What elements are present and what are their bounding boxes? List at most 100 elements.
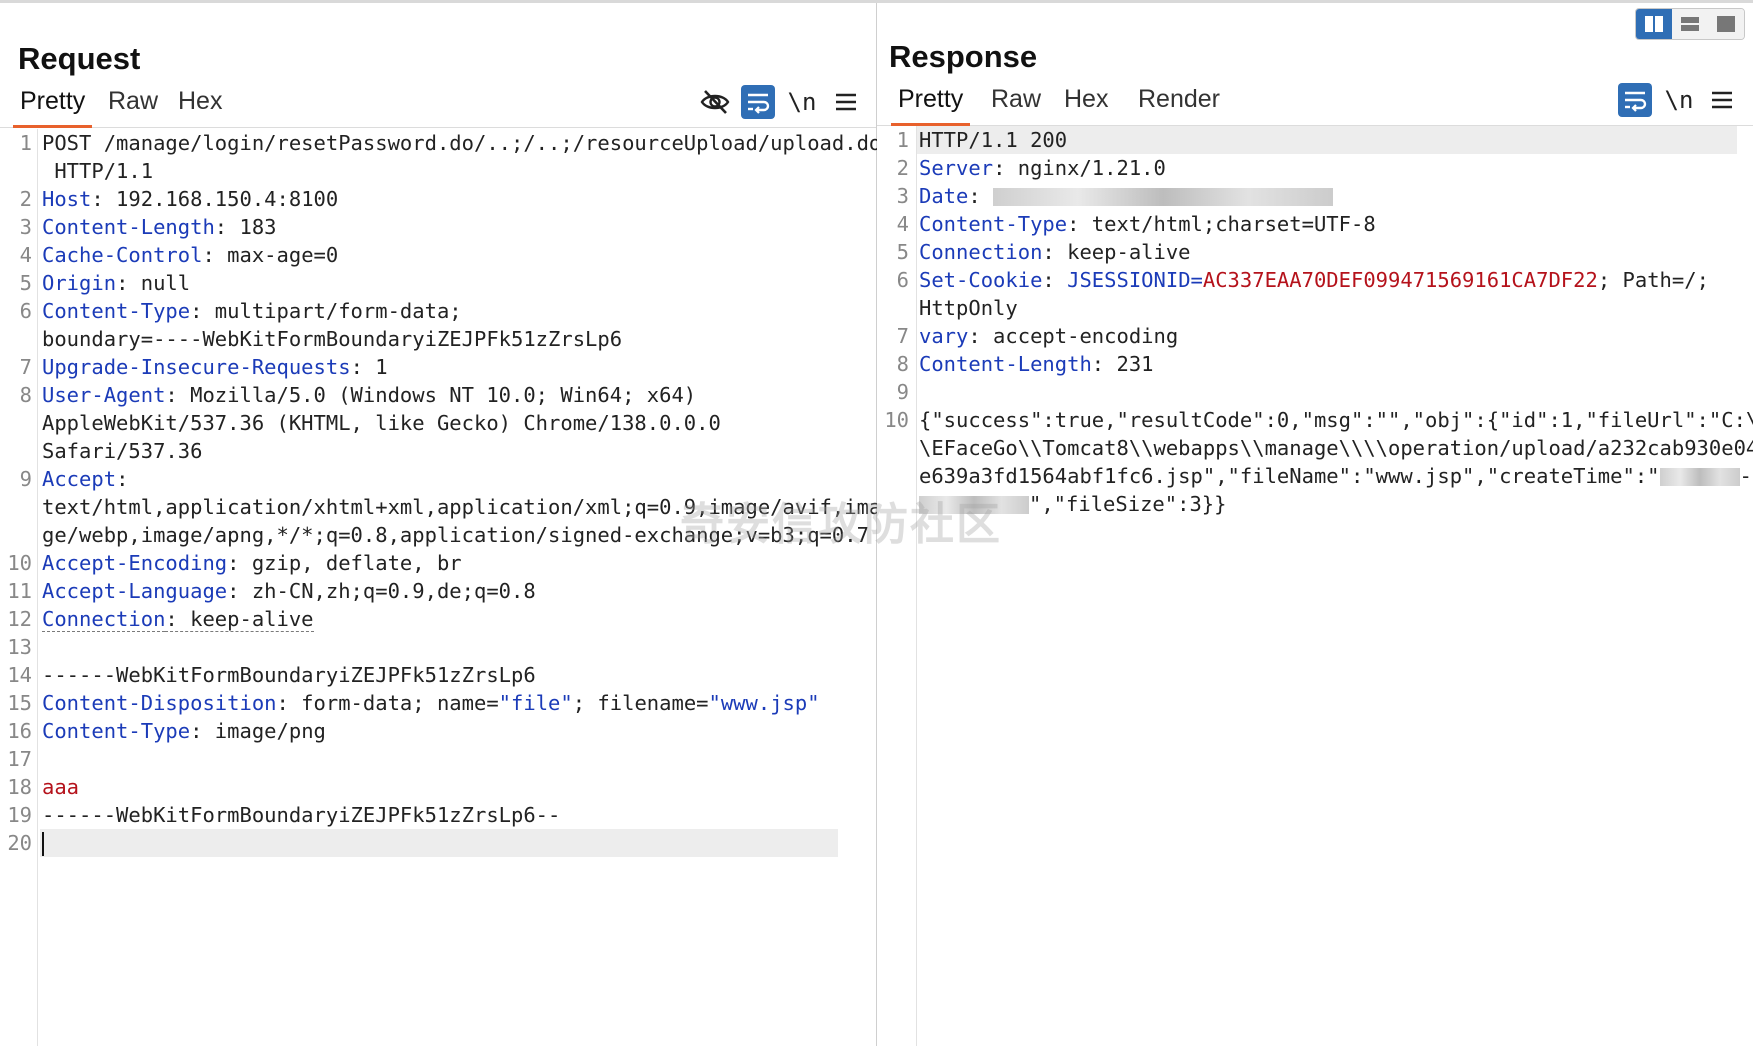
request-tab-pretty[interactable]: Pretty [13,87,93,128]
code-line[interactable]: 8 User-Agent: Mozilla/5.0 (Windows NT 10.… [0,381,876,409]
code-token: : 231 [1091,352,1154,376]
request-tab-hex[interactable]: Hex [171,87,229,125]
code-line[interactable]: 2 Host: 192.168.150.4:8100 [0,185,876,213]
code-line[interactable]: 5 Origin: null [0,269,876,297]
watermark-text: 奇安信攻防社区 [680,499,1002,550]
code-line[interactable]: 5 Connection: keep-alive [877,238,1753,266]
code-line[interactable]: 10 {"success":true,"resultCode":0,"msg":"… [877,406,1753,434]
code-token: Set-Cookie [919,268,1043,292]
code-line[interactable]: AppleWebKit/537.36 (KHTML, like Gecko) C… [0,409,876,437]
line-number: 3 [896,184,909,208]
line-number: 5 [896,240,909,264]
code-line[interactable]: 3 Content-Length: 183 [0,213,876,241]
code-line[interactable]: Safari/537.36 [0,437,876,465]
line-number: 10 [7,551,32,575]
code-line[interactable]: 16 Content-Type: image/png [0,717,876,745]
request-editor[interactable]: 1 POST /manage/login/resetPassword.do/..;… [0,129,882,1046]
response-editor[interactable]: 1 HTTP/1.1 200 2 Server: nginx/1.21.0 3 Date:… [877,126,1753,1046]
line-code [42,829,44,857]
code-line[interactable]: 3 Date: [877,182,1753,210]
line-code: \EFaceGo\\Tomcat8\\webapps\\manage\\\\op… [919,434,1753,462]
request-title: Request [18,41,141,76]
split-rows-icon[interactable] [1672,9,1708,39]
code-line[interactable]: 14 ------WebKitFormBoundaryiZEJPFk51zZrsL… [0,661,876,689]
code-line[interactable]: 7 Upgrade-Insecure-Requests: 1 [0,353,876,381]
code-line[interactable]: 2 Server: nginx/1.21.0 [877,154,1753,182]
response-tab-pretty[interactable]: Pretty [891,85,971,126]
code-line[interactable]: 19 ------WebKitFormBoundaryiZEJPFk51zZrsL… [0,801,876,829]
line-code: Content-Type: multipart/form-data; [42,297,462,325]
code-line[interactable]: 17 [0,745,876,773]
response-tab-render[interactable]: Render [1131,85,1227,123]
code-token: Connection [42,607,166,632]
code-line[interactable]: ","fileSize":3}} [877,490,1753,518]
code-line[interactable]: 7 vary: accept-encoding [877,322,1753,350]
redacted-text [1659,468,1740,486]
code-token: : zh-CN,zh;q=0.9,de;q=0.8 [227,579,536,603]
code-line[interactable]: 18 aaa [0,773,876,801]
code-token: : multipart/form-data; [190,299,462,323]
code-line[interactable]: 20 [7,829,838,857]
code-line[interactable]: 10 Accept-Encoding: gzip, deflate, br [0,549,876,577]
code-token: Content-Length [42,215,215,239]
code-line[interactable]: 4 Content-Type: text/html;charset=UTF-8 [877,210,1753,238]
code-token: : max-age=0 [202,243,339,267]
code-line[interactable]: \EFaceGo\\Tomcat8\\webapps\\manage\\\\op… [877,434,1753,462]
code-line[interactable]: 9 [877,378,1753,406]
code-line[interactable]: HTTP/1.1 [0,157,876,185]
code-line[interactable]: e639a3fd1564abf1fc6.jsp","fileName":"www… [877,462,1753,490]
code-token: Accept [42,467,117,491]
line-number: 10 [884,408,909,432]
line-code: {"success":true,"resultCode":0,"msg":"",… [919,406,1753,434]
split-columns-icon[interactable] [1636,9,1672,39]
response-tab-raw[interactable]: Raw [984,85,1048,123]
hide-eye-icon[interactable] [698,85,732,119]
code-line[interactable]: 1 HTTP/1.1 200 [897,126,1737,154]
line-number: 6 [896,268,909,292]
code-token: "www.jsp" [708,691,820,715]
code-line[interactable]: boundary=----WebKitFormBoundaryiZEJPFk51… [0,325,876,353]
code-token: : form-data; name= [276,691,499,715]
code-line[interactable]: 8 Content-Length: 231 [877,350,1753,378]
code-token: {"success":true,"resultCode":0,"msg":"",… [919,408,1753,432]
line-number: 2 [896,156,909,180]
line-number: 5 [19,271,32,295]
response-tab-hex[interactable]: Hex [1057,85,1115,123]
line-code: HttpOnly [919,294,1018,322]
line-code: boundary=----WebKitFormBoundaryiZEJPFk51… [42,325,622,353]
menu-icon[interactable] [829,85,863,119]
code-line[interactable]: 12 Connection: keep-alive [0,605,876,633]
menu-icon[interactable] [1705,83,1739,117]
code-token: : null [116,271,191,295]
code-line[interactable]: 13 [0,633,876,661]
request-tab-raw[interactable]: Raw [101,87,165,125]
line-number: 1 [19,131,32,155]
code-line[interactable]: 15 Content-Disposition: form-data; name="… [0,689,876,717]
code-line[interactable]: 6 Set-Cookie: JSESSIONID=AC337EAA70DEF099… [877,266,1753,294]
code-line[interactable]: 6 Content-Type: multipart/form-data; [0,297,876,325]
code-line[interactable]: 11 Accept-Language: zh-CN,zh;q=0.9,de;q=0… [0,577,876,605]
line-number: 9 [19,467,32,491]
line-code: Connection: keep-alive [919,238,1191,266]
code-token: : image/png [190,719,326,743]
line-code: Host: 192.168.150.4:8100 [42,185,338,213]
code-token: : [1042,268,1068,292]
line-code: vary: accept-encoding [919,322,1178,350]
single-pane-icon[interactable] [1708,9,1744,39]
code-line[interactable]: 4 Cache-Control: max-age=0 [0,241,876,269]
newline-toggle-icon[interactable]: \n [785,85,819,119]
wrap-lines-icon[interactable] [741,85,775,119]
line-code: Content-Length: 231 [919,350,1154,378]
code-token: Date [919,184,969,208]
code-line[interactable]: 1 POST /manage/login/resetPassword.do/..;… [0,129,882,157]
code-token: Content-Length [919,352,1092,376]
newline-toggle-icon[interactable]: \n [1662,83,1696,117]
code-line[interactable]: HttpOnly [877,294,1753,322]
code-token: = [1190,268,1203,292]
code-token: HTTP/1.1 [42,159,154,183]
line-number: 19 [7,803,32,827]
code-token: Origin [42,271,117,295]
line-number: 14 [7,663,32,687]
layout-switcher [1635,8,1745,40]
wrap-lines-icon[interactable] [1618,83,1652,117]
